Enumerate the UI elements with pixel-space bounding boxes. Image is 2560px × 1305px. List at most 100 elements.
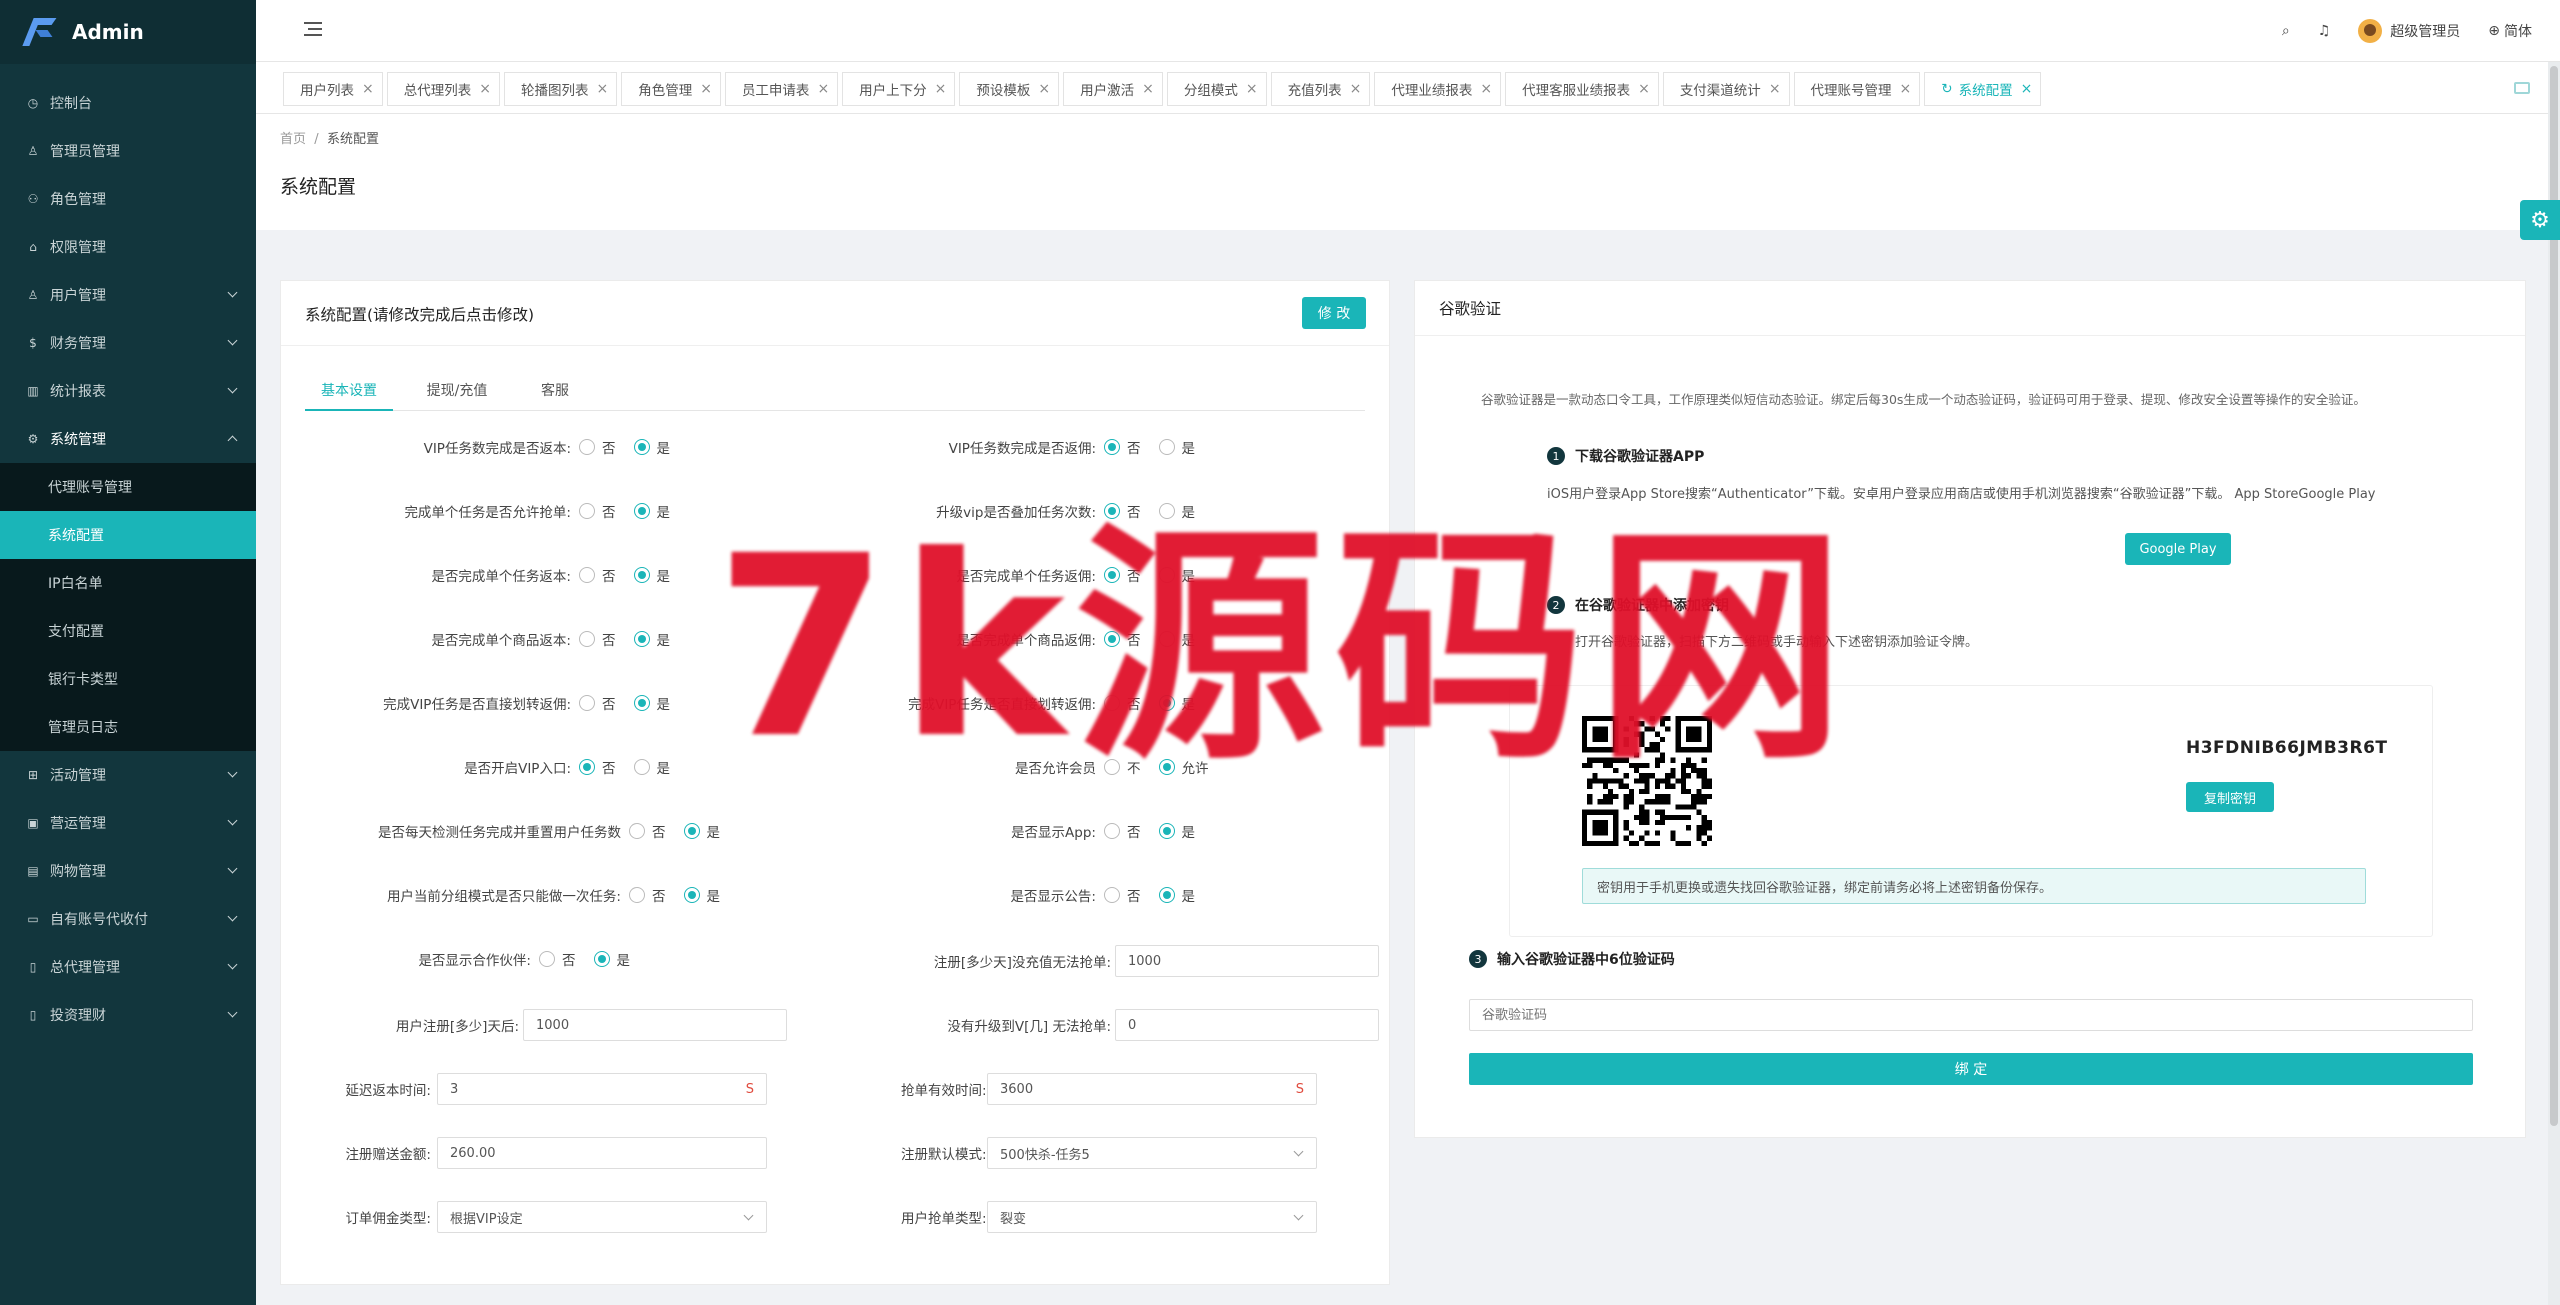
- close-icon[interactable]: ×: [1142, 81, 1154, 97]
- radio-circle[interactable]: [1158, 439, 1175, 455]
- sidebar-item-system-config[interactable]: 系统配置: [0, 511, 256, 559]
- commission-select[interactable]: 根据VIP设定: [437, 1201, 767, 1233]
- radio-circle[interactable]: [633, 759, 650, 775]
- close-icon[interactable]: ×: [1480, 81, 1492, 97]
- radio-circle[interactable]: [1158, 567, 1175, 583]
- radio-no[interactable]: 否: [579, 629, 616, 649]
- radio-circle[interactable]: [579, 567, 595, 583]
- sidebar-item-ip-whitelist[interactable]: IP白名单: [0, 559, 256, 607]
- radio-circle[interactable]: [633, 695, 650, 711]
- user-register-input[interactable]: 1000: [523, 1009, 787, 1041]
- close-icon[interactable]: ×: [935, 81, 947, 97]
- radio-circle[interactable]: [1104, 503, 1120, 519]
- user-menu[interactable]: 超级管理员: [2358, 19, 2460, 43]
- delay-input[interactable]: 3S: [437, 1073, 767, 1105]
- gift-input[interactable]: 260.00: [437, 1137, 767, 1169]
- sidebar-item-admins[interactable]: ♙ 管理员管理: [0, 127, 256, 175]
- radio-circle[interactable]: [579, 439, 595, 455]
- radio-circle[interactable]: [683, 823, 700, 839]
- sidebar-item-reports[interactable]: ▥ 统计报表: [0, 367, 256, 415]
- close-icon[interactable]: ×: [1769, 81, 1781, 97]
- close-icon[interactable]: ×: [1900, 81, 1912, 97]
- tab-agent-performance[interactable]: 代理业绩报表 ×: [1374, 72, 1502, 106]
- radio-no[interactable]: 否: [539, 949, 576, 969]
- radio-yes[interactable]: 是: [633, 757, 670, 777]
- tab-system-config[interactable]: ↻ 系统配置 ×: [1924, 72, 2042, 106]
- tab-staff-applications[interactable]: 员工申请表 ×: [724, 72, 839, 106]
- close-icon[interactable]: ×: [700, 81, 712, 97]
- radio-yes[interactable]: 是: [593, 949, 630, 969]
- radio-circle[interactable]: [683, 887, 700, 903]
- radio-yes[interactable]: 是: [633, 629, 670, 649]
- radio-no[interactable]: 否: [579, 757, 616, 777]
- radio-circle[interactable]: [593, 951, 610, 967]
- radio-circle[interactable]: [1104, 631, 1120, 647]
- radio-no[interactable]: 不: [1104, 757, 1141, 777]
- close-icon[interactable]: ×: [596, 81, 608, 97]
- tab-user-list[interactable]: 用户列表 ×: [283, 72, 383, 106]
- radio-circle[interactable]: [1158, 503, 1175, 519]
- sidebar-item-operations[interactable]: ▣ 营运管理: [0, 799, 256, 847]
- radio-yes[interactable]: 是: [683, 821, 720, 841]
- sidebar-item-users[interactable]: ♙ 用户管理: [0, 271, 256, 319]
- radio-no[interactable]: 否: [579, 437, 616, 457]
- radio-no[interactable]: 否: [1104, 565, 1141, 585]
- radio-circle[interactable]: [633, 503, 650, 519]
- radio-yes[interactable]: 是: [1158, 629, 1195, 649]
- radio-circle[interactable]: [579, 695, 595, 711]
- sidebar-item-admin-logs[interactable]: 管理员日志: [0, 703, 256, 751]
- no-upgrade-input[interactable]: 0: [1115, 1009, 1379, 1041]
- radio-no[interactable]: 否: [1104, 501, 1141, 521]
- radio-circle[interactable]: [633, 567, 650, 583]
- radio-yes[interactable]: 是: [1158, 885, 1195, 905]
- edit-button[interactable]: 修 改: [1302, 297, 1366, 329]
- radio-circle[interactable]: [1158, 759, 1175, 775]
- tab-recharge-list[interactable]: 充值列表 ×: [1270, 72, 1371, 106]
- menu-fold-icon[interactable]: [304, 22, 322, 36]
- radio-circle[interactable]: [579, 759, 595, 775]
- radio-circle[interactable]: [633, 631, 650, 647]
- breadcrumb-home[interactable]: 首页: [280, 132, 306, 147]
- sidebar-item-system[interactable]: ⚙ 系统管理: [0, 415, 256, 463]
- radio-circle[interactable]: [1104, 887, 1120, 903]
- sidebar-item-shopping[interactable]: ▤ 购物管理: [0, 847, 256, 895]
- close-icon[interactable]: ×: [817, 81, 829, 97]
- radio-circle[interactable]: [1158, 631, 1175, 647]
- bell-icon[interactable]: ♫: [2318, 23, 2331, 39]
- sidebar-item-master-agents[interactable]: ▯ 总代理管理: [0, 943, 256, 991]
- sidebar-item-investment[interactable]: ▯ 投资理财: [0, 991, 256, 1039]
- tab-preset-templates[interactable]: 预设模板 ×: [959, 72, 1060, 106]
- sidebar-item-dashboard[interactable]: ◷ 控制台: [0, 79, 256, 127]
- radio-no[interactable]: 否: [1104, 885, 1141, 905]
- radio-yes[interactable]: 是: [1158, 501, 1195, 521]
- radio-no[interactable]: 否: [1104, 629, 1141, 649]
- sidebar-item-roles[interactable]: ⚇ 角色管理: [0, 175, 256, 223]
- sidebar-item-bank-card-types[interactable]: 银行卡类型: [0, 655, 256, 703]
- radio-yes[interactable]: 允许: [1158, 757, 1209, 777]
- sidebar-item-own-accounts[interactable]: ▭ 自有账号代收付: [0, 895, 256, 943]
- scrollbar[interactable]: [2548, 62, 2560, 1305]
- close-icon[interactable]: ×: [1246, 81, 1258, 97]
- radio-circle[interactable]: [629, 823, 645, 839]
- radio-circle[interactable]: [1158, 887, 1175, 903]
- radio-circle[interactable]: [579, 631, 595, 647]
- radio-circle[interactable]: [1104, 695, 1120, 711]
- tab-carousel-list[interactable]: 轮播图列表 ×: [503, 72, 618, 106]
- verification-code-input[interactable]: [1469, 999, 2473, 1031]
- radio-yes[interactable]: 是: [1158, 821, 1195, 841]
- radio-no[interactable]: 否: [579, 501, 616, 521]
- radio-no[interactable]: 否: [579, 565, 616, 585]
- radio-yes[interactable]: 是: [1158, 437, 1195, 457]
- radio-yes[interactable]: 是: [1158, 693, 1195, 713]
- radio-circle[interactable]: [1104, 759, 1120, 775]
- radio-yes[interactable]: 是: [1158, 565, 1195, 585]
- sidebar-item-agent-accounts[interactable]: 代理账号管理: [0, 463, 256, 511]
- radio-circle[interactable]: [1104, 823, 1120, 839]
- close-icon[interactable]: ×: [1638, 81, 1650, 97]
- radio-circle[interactable]: [579, 503, 595, 519]
- google-play-button[interactable]: Google Play: [2125, 533, 2231, 565]
- default-mode-select[interactable]: 500快杀-任务5: [987, 1137, 1317, 1169]
- radio-circle[interactable]: [629, 887, 645, 903]
- language-switch[interactable]: ⊕ 简体: [2488, 21, 2532, 41]
- bind-button[interactable]: 绑 定: [1469, 1053, 2473, 1085]
